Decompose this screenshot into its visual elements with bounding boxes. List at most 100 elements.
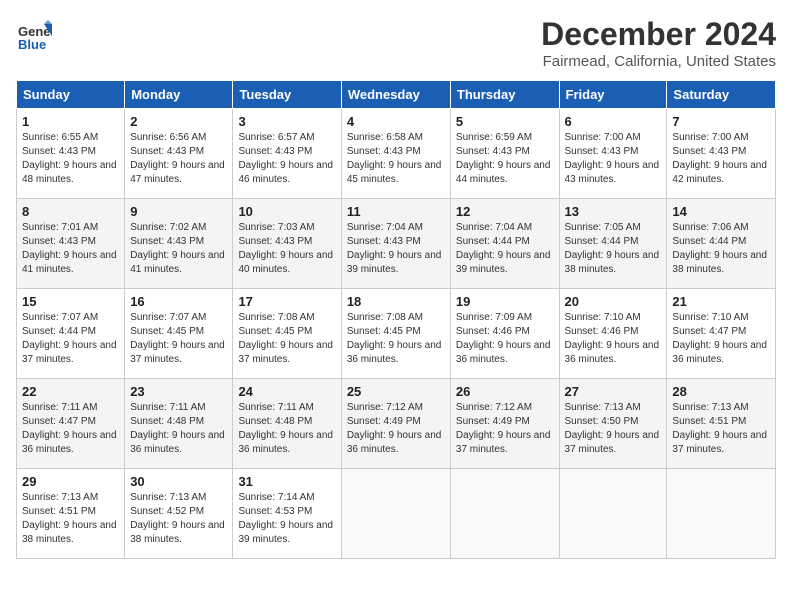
calendar-cell: 20 Sunrise: 7:10 AM Sunset: 4:46 PM Dayl… [559,289,667,379]
day-info: Sunrise: 7:00 AM Sunset: 4:43 PM Dayligh… [565,131,662,187]
day-number: 12 [456,204,554,219]
day-number: 9 [130,204,227,219]
logo: General Blue [16,16,52,52]
day-number: 14 [672,204,770,219]
calendar-cell: 13 Sunrise: 7:05 AM Sunset: 4:44 PM Dayl… [559,199,667,289]
day-number: 18 [347,294,445,309]
day-info: Sunrise: 7:04 AM Sunset: 4:43 PM Dayligh… [347,221,445,277]
page-subtitle: Fairmead, California, United States [541,53,776,70]
day-number: 21 [672,294,770,309]
day-info: Sunrise: 7:03 AM Sunset: 4:43 PM Dayligh… [238,221,335,277]
day-info: Sunrise: 6:58 AM Sunset: 4:43 PM Dayligh… [347,131,445,187]
title-area: December 2024 Fairmead, California, Unit… [541,16,776,70]
day-number: 26 [456,384,554,399]
calendar-cell: 24 Sunrise: 7:11 AM Sunset: 4:48 PM Dayl… [233,379,341,469]
calendar-cell: 19 Sunrise: 7:09 AM Sunset: 4:46 PM Dayl… [450,289,559,379]
day-number: 19 [456,294,554,309]
weekday-header-thursday: Thursday [450,81,559,109]
day-number: 31 [238,474,335,489]
day-number: 2 [130,114,227,129]
calendar-cell: 25 Sunrise: 7:12 AM Sunset: 4:49 PM Dayl… [341,379,450,469]
day-number: 25 [347,384,445,399]
day-number: 7 [672,114,770,129]
day-info: Sunrise: 7:09 AM Sunset: 4:46 PM Dayligh… [456,311,554,367]
day-info: Sunrise: 7:11 AM Sunset: 4:47 PM Dayligh… [22,401,119,457]
calendar-cell: 31 Sunrise: 7:14 AM Sunset: 4:53 PM Dayl… [233,469,341,559]
calendar-cell: 28 Sunrise: 7:13 AM Sunset: 4:51 PM Dayl… [667,379,776,469]
calendar-cell: 3 Sunrise: 6:57 AM Sunset: 4:43 PM Dayli… [233,109,341,199]
day-number: 28 [672,384,770,399]
calendar-cell: 27 Sunrise: 7:13 AM Sunset: 4:50 PM Dayl… [559,379,667,469]
day-info: Sunrise: 7:10 AM Sunset: 4:47 PM Dayligh… [672,311,770,367]
calendar-week-5: 29 Sunrise: 7:13 AM Sunset: 4:51 PM Dayl… [17,469,776,559]
calendar-cell: 1 Sunrise: 6:55 AM Sunset: 4:43 PM Dayli… [17,109,125,199]
page-title: December 2024 [541,16,776,53]
day-number: 11 [347,204,445,219]
day-number: 4 [347,114,445,129]
day-number: 6 [565,114,662,129]
page-header: General Blue December 2024 Fairmead, Cal… [16,16,776,70]
weekday-header-row: SundayMondayTuesdayWednesdayThursdayFrid… [17,81,776,109]
day-info: Sunrise: 7:08 AM Sunset: 4:45 PM Dayligh… [347,311,445,367]
day-number: 16 [130,294,227,309]
calendar-cell [559,469,667,559]
day-info: Sunrise: 7:04 AM Sunset: 4:44 PM Dayligh… [456,221,554,277]
day-info: Sunrise: 7:07 AM Sunset: 4:44 PM Dayligh… [22,311,119,367]
calendar-cell: 4 Sunrise: 6:58 AM Sunset: 4:43 PM Dayli… [341,109,450,199]
calendar-cell: 14 Sunrise: 7:06 AM Sunset: 4:44 PM Dayl… [667,199,776,289]
calendar-cell: 21 Sunrise: 7:10 AM Sunset: 4:47 PM Dayl… [667,289,776,379]
day-info: Sunrise: 7:02 AM Sunset: 4:43 PM Dayligh… [130,221,227,277]
weekday-header-wednesday: Wednesday [341,81,450,109]
day-info: Sunrise: 7:13 AM Sunset: 4:51 PM Dayligh… [22,491,119,547]
calendar-week-3: 15 Sunrise: 7:07 AM Sunset: 4:44 PM Dayl… [17,289,776,379]
calendar-cell: 6 Sunrise: 7:00 AM Sunset: 4:43 PM Dayli… [559,109,667,199]
calendar-cell: 15 Sunrise: 7:07 AM Sunset: 4:44 PM Dayl… [17,289,125,379]
day-number: 13 [565,204,662,219]
day-info: Sunrise: 7:13 AM Sunset: 4:51 PM Dayligh… [672,401,770,457]
logo-icon: General Blue [16,16,52,52]
day-info: Sunrise: 6:59 AM Sunset: 4:43 PM Dayligh… [456,131,554,187]
calendar-cell: 30 Sunrise: 7:13 AM Sunset: 4:52 PM Dayl… [125,469,233,559]
day-info: Sunrise: 7:12 AM Sunset: 4:49 PM Dayligh… [347,401,445,457]
calendar-cell [667,469,776,559]
weekday-header-monday: Monday [125,81,233,109]
calendar-cell: 23 Sunrise: 7:11 AM Sunset: 4:48 PM Dayl… [125,379,233,469]
day-number: 1 [22,114,119,129]
day-info: Sunrise: 6:55 AM Sunset: 4:43 PM Dayligh… [22,131,119,187]
day-number: 24 [238,384,335,399]
calendar-week-1: 1 Sunrise: 6:55 AM Sunset: 4:43 PM Dayli… [17,109,776,199]
day-number: 22 [22,384,119,399]
day-info: Sunrise: 7:11 AM Sunset: 4:48 PM Dayligh… [238,401,335,457]
calendar-cell: 17 Sunrise: 7:08 AM Sunset: 4:45 PM Dayl… [233,289,341,379]
calendar-cell: 7 Sunrise: 7:00 AM Sunset: 4:43 PM Dayli… [667,109,776,199]
day-number: 3 [238,114,335,129]
day-info: Sunrise: 7:14 AM Sunset: 4:53 PM Dayligh… [238,491,335,547]
day-info: Sunrise: 7:06 AM Sunset: 4:44 PM Dayligh… [672,221,770,277]
day-info: Sunrise: 7:10 AM Sunset: 4:46 PM Dayligh… [565,311,662,367]
day-number: 17 [238,294,335,309]
calendar-cell: 26 Sunrise: 7:12 AM Sunset: 4:49 PM Dayl… [450,379,559,469]
calendar-cell: 8 Sunrise: 7:01 AM Sunset: 4:43 PM Dayli… [17,199,125,289]
calendar-cell: 5 Sunrise: 6:59 AM Sunset: 4:43 PM Dayli… [450,109,559,199]
weekday-header-saturday: Saturday [667,81,776,109]
day-number: 10 [238,204,335,219]
calendar-cell: 22 Sunrise: 7:11 AM Sunset: 4:47 PM Dayl… [17,379,125,469]
day-info: Sunrise: 6:57 AM Sunset: 4:43 PM Dayligh… [238,131,335,187]
day-number: 5 [456,114,554,129]
day-info: Sunrise: 7:01 AM Sunset: 4:43 PM Dayligh… [22,221,119,277]
day-info: Sunrise: 7:00 AM Sunset: 4:43 PM Dayligh… [672,131,770,187]
day-info: Sunrise: 7:13 AM Sunset: 4:50 PM Dayligh… [565,401,662,457]
day-number: 8 [22,204,119,219]
calendar-table: SundayMondayTuesdayWednesdayThursdayFrid… [16,80,776,559]
calendar-cell: 10 Sunrise: 7:03 AM Sunset: 4:43 PM Dayl… [233,199,341,289]
day-number: 23 [130,384,227,399]
day-info: Sunrise: 7:05 AM Sunset: 4:44 PM Dayligh… [565,221,662,277]
calendar-cell [341,469,450,559]
calendar-cell: 9 Sunrise: 7:02 AM Sunset: 4:43 PM Dayli… [125,199,233,289]
day-number: 29 [22,474,119,489]
day-info: Sunrise: 7:07 AM Sunset: 4:45 PM Dayligh… [130,311,227,367]
weekday-header-tuesday: Tuesday [233,81,341,109]
calendar-cell: 11 Sunrise: 7:04 AM Sunset: 4:43 PM Dayl… [341,199,450,289]
day-info: Sunrise: 7:11 AM Sunset: 4:48 PM Dayligh… [130,401,227,457]
weekday-header-sunday: Sunday [17,81,125,109]
